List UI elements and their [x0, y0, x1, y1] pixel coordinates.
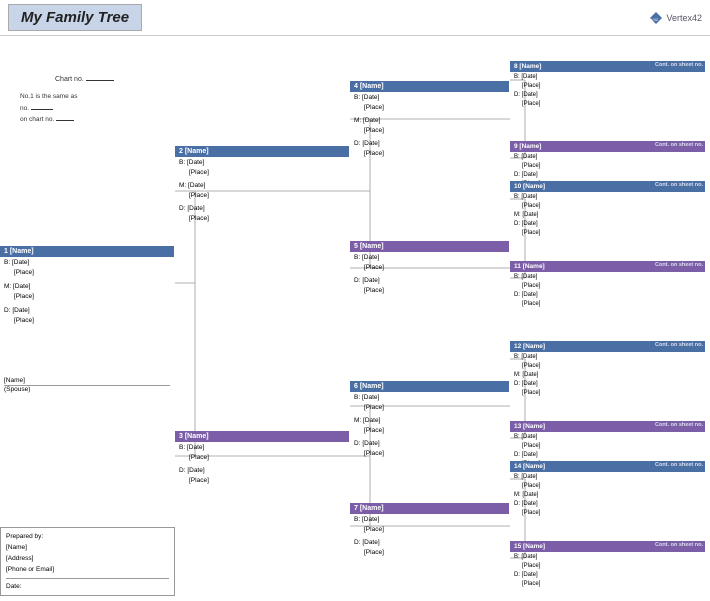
- person-2: 2 [Name] B: [Date] [Place] M: [Date] [Pl…: [175, 146, 349, 225]
- person-3: 3 [Name] B: [Date] [Place] D: [Date] [Pl…: [175, 431, 349, 488]
- person-1-header: 1 [Name]: [0, 246, 174, 257]
- title-box: My Family Tree: [8, 4, 142, 31]
- person-5: 5 [Name] B: [Date] [Place] D: [Date] [Pl…: [350, 241, 509, 298]
- person-15: 15 [Name] Cont. on sheet no. B: [Date] […: [510, 541, 705, 590]
- svg-text:V42: V42: [651, 17, 659, 22]
- person-10: 10 [Name] Cont. on sheet no. B: [Date] […: [510, 181, 705, 239]
- left-info-panel: Chart no. No.1 is the same as no. on cha…: [0, 76, 175, 126]
- person-14: 14 [Name] Cont. on sheet no. B: [Date] […: [510, 461, 705, 519]
- person-4: 4 [Name] B: [Date] [Place] M: [Date] [Pl…: [350, 81, 509, 160]
- header: My Family Tree V42 Vertex42: [0, 0, 710, 36]
- person-1-body: B: [Date] [Place] M: [Date] [Place] D: […: [0, 257, 174, 327]
- person-6: 6 [Name] B: [Date] [Place] M: [Date] [Pl…: [350, 381, 509, 460]
- chart-area: Chart no. No.1 is the same as no. on cha…: [0, 36, 710, 601]
- person-7: 7 [Name] B: [Date] [Place] D: [Date] [Pl…: [350, 503, 509, 560]
- person-1: 1 [Name] B: [Date] [Place] M: [Date] [Pl…: [0, 246, 174, 327]
- person-12: 12 [Name] Cont. on sheet no. B: [Date] […: [510, 341, 705, 399]
- person-8: 8 [Name] Cont. on sheet no. B: [Date] [P…: [510, 61, 705, 110]
- person-1-spouse: [Name] (Spouse): [0, 376, 174, 394]
- logo-icon: V42: [649, 11, 663, 25]
- logo: V42 Vertex42: [649, 11, 702, 25]
- person-11: 11 [Name] Cont. on sheet no. B: [Date] […: [510, 261, 705, 310]
- footer-info-box: Prepared by: [Name] [Address] [Phone or …: [0, 527, 175, 596]
